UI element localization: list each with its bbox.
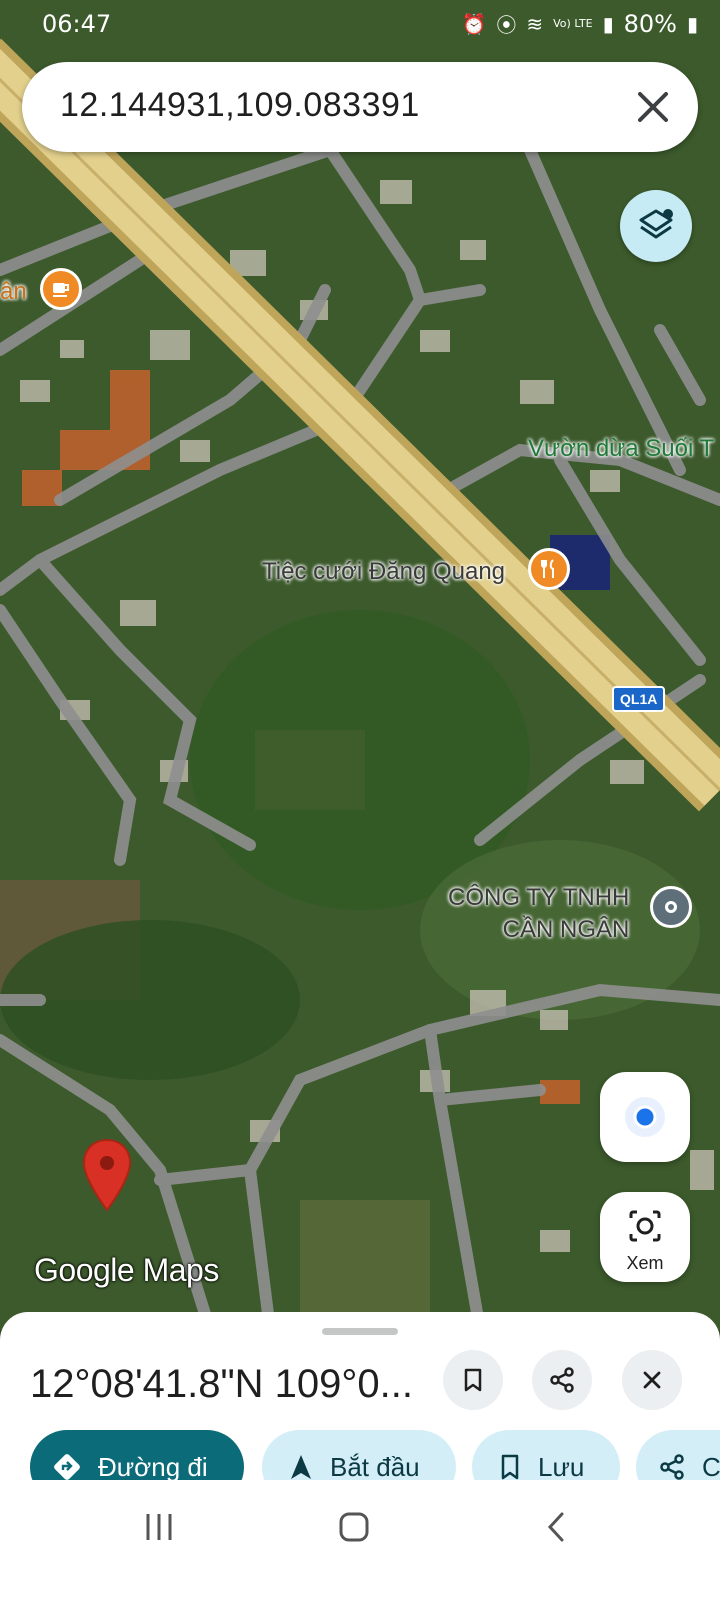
coffee-icon bbox=[53, 283, 69, 297]
navigation-arrow-icon bbox=[291, 1455, 311, 1479]
home-icon[interactable] bbox=[337, 1510, 371, 1544]
company-name-line2: CẦN NGÂN bbox=[502, 916, 630, 943]
recent-apps-icon[interactable] bbox=[142, 1510, 176, 1544]
battery-percent: 80% bbox=[623, 9, 677, 38]
status-bar: 06:47 ⏰ ⦿ ≋ Vo) LTE ▮ 80% ▮ bbox=[0, 0, 720, 46]
bookmark-button[interactable] bbox=[443, 1350, 503, 1410]
network-type: Vo) LTE bbox=[553, 16, 593, 30]
cafe-poi[interactable] bbox=[40, 268, 82, 310]
google-maps-logo: Google Maps bbox=[34, 1252, 219, 1288]
map-view[interactable]: 06:47 ⏰ ⦿ ≋ Vo) LTE ▮ 80% ▮ 12.144931,10… bbox=[0, 0, 720, 1330]
system-navigation-bar bbox=[0, 1480, 720, 1605]
my-location-button[interactable] bbox=[600, 1072, 690, 1162]
signal-icon: ▮ bbox=[602, 11, 614, 36]
road-shield: QL1A bbox=[612, 686, 666, 712]
location-icon: ⦿ bbox=[496, 13, 517, 37]
company-name-line1: CÔNG TY TNHH bbox=[448, 884, 630, 911]
place-marker-icon bbox=[665, 901, 677, 913]
search-query[interactable]: 12.144931,109.083391 bbox=[60, 86, 420, 125]
dropped-pin-icon[interactable] bbox=[82, 1138, 132, 1212]
close-icon bbox=[643, 1371, 661, 1389]
directions-label: Đường đi bbox=[98, 1451, 208, 1482]
back-icon[interactable] bbox=[540, 1510, 574, 1544]
poi-label-vuon-dua[interactable]: Vườn dừa Suối T bbox=[528, 435, 714, 463]
bookmark-icon bbox=[501, 1454, 519, 1480]
close-icon bbox=[638, 92, 668, 122]
layers-button[interactable] bbox=[620, 190, 692, 262]
my-location-icon bbox=[625, 1097, 665, 1137]
layers-icon bbox=[639, 209, 673, 239]
directions-icon bbox=[54, 1454, 80, 1480]
view-button[interactable]: Xem bbox=[600, 1192, 690, 1282]
wifi-icon: ≋ bbox=[526, 11, 544, 36]
fork-knife-icon bbox=[541, 559, 554, 578]
drag-handle[interactable] bbox=[322, 1328, 398, 1335]
company-poi[interactable] bbox=[650, 886, 692, 928]
close-sheet-button[interactable] bbox=[622, 1350, 682, 1410]
restaurant-poi[interactable] bbox=[528, 548, 570, 590]
status-time: 06:47 bbox=[42, 10, 112, 38]
share-chip-label: C bbox=[702, 1451, 720, 1482]
share-icon bbox=[550, 1367, 574, 1393]
view-button-label: Xem bbox=[626, 1253, 664, 1273]
share-icon bbox=[660, 1454, 684, 1480]
poi-label-tiec-cuoi[interactable]: Tiệc cưới Đăng Quang bbox=[262, 558, 505, 586]
alarm-icon: ⏰ bbox=[461, 11, 487, 36]
battery-icon: ▮ bbox=[686, 11, 698, 36]
status-icons: ⏰ ⦿ ≋ Vo) LTE ▮ 80% ▮ bbox=[461, 9, 698, 38]
coordinates-title: 12°08'41.8"N 109°0... bbox=[30, 1362, 413, 1406]
save-label: Lưu bbox=[538, 1451, 585, 1482]
poi-label-cafe[interactable]: ân bbox=[0, 278, 27, 306]
poi-label-company[interactable]: CÔNG TY TNHH CẦN NGÂN bbox=[448, 882, 629, 946]
clear-search-button[interactable] bbox=[632, 86, 674, 128]
bookmark-icon bbox=[464, 1368, 482, 1392]
share-button[interactable] bbox=[532, 1350, 592, 1410]
start-label: Bắt đầu bbox=[330, 1451, 420, 1482]
search-bar[interactable]: 12.144931,109.083391 bbox=[22, 62, 698, 152]
camera-lens-icon bbox=[629, 1210, 661, 1242]
